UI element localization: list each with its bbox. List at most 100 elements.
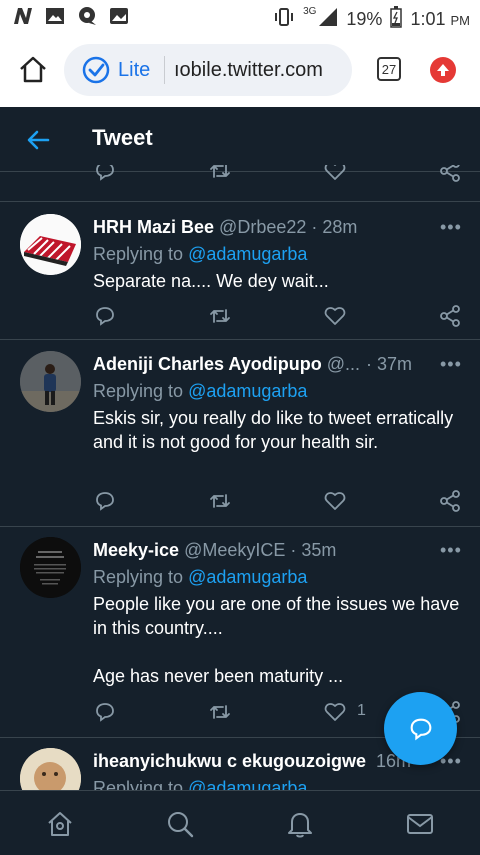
tweet-header: Adeniji Charles Ayodipupo @... [93, 354, 360, 375]
gallery-notification-icon [44, 6, 66, 26]
replying-to: Replying to @adamugarba [93, 567, 307, 588]
share-icon[interactable] [438, 489, 462, 513]
mention-link[interactable]: @adamugarba [188, 567, 307, 587]
like-icon[interactable] [323, 700, 347, 724]
retweet-icon[interactable] [208, 700, 232, 724]
lite-icon [82, 56, 110, 84]
mention-link[interactable]: @adamugarba [188, 244, 307, 264]
replying-prefix: Replying to [93, 567, 184, 587]
person-avatar-image [20, 351, 81, 412]
tweet-text-paragraph-1: People like you are one of the issues we… [93, 594, 460, 638]
page-header: Tweet [0, 107, 480, 172]
n-notification-icon [12, 6, 34, 26]
signal-icon [318, 7, 338, 32]
address-bar[interactable]: Lite ıobile.twitter.com [64, 44, 352, 96]
vibrate-icon [273, 7, 295, 32]
mention-link[interactable]: @adamugarba [188, 381, 307, 401]
reply-icon[interactable] [93, 165, 117, 183]
tweet-text: Eskis sir, you really do like to tweet e… [93, 408, 454, 452]
browser-toolbar: Lite ıobile.twitter.com 27 [0, 33, 480, 107]
back-arrow-icon[interactable] [26, 127, 52, 153]
handle[interactable]: @MeekyICE [184, 540, 285, 560]
clock-time: 1:01 [410, 9, 446, 29]
retweet-icon[interactable] [208, 489, 232, 513]
replying-to: Replying to @adamugarba [93, 244, 307, 265]
handle[interactable]: @Drbee22 [219, 217, 306, 237]
status-bar: 3G 19% 1:01 PM [0, 0, 480, 33]
compose-icon [410, 718, 431, 740]
battery-percent: 19% [346, 9, 383, 29]
nav-search-icon[interactable] [165, 809, 195, 839]
mention-link[interactable]: @adamugarba [188, 778, 307, 790]
reply-tweet[interactable]: Adeniji Charles Ayodipupo @... · 37m •••… [0, 340, 480, 527]
like-icon[interactable] [323, 304, 347, 328]
like-count: 1 [357, 702, 366, 719]
image-notification-icon [108, 6, 130, 26]
avatar[interactable] [20, 214, 81, 275]
tweet-text: Separate na.... We dey wait... [93, 271, 329, 291]
replying-prefix: Replying to [93, 778, 184, 790]
more-options-button[interactable]: ••• [440, 354, 462, 375]
nav-notifications-icon[interactable] [285, 809, 315, 839]
clock: 1:01 PM [410, 9, 470, 30]
avatar[interactable] [20, 351, 81, 412]
tweet-header: Meeky-ice @MeekyICE · 35m [93, 540, 336, 561]
page-title: Tweet [92, 125, 153, 150]
tweet-text-paragraph-2: Age has never been maturity ... [93, 666, 344, 686]
avatar[interactable] [20, 537, 81, 598]
update-icon [437, 64, 449, 76]
tabs-button[interactable]: 27 [377, 57, 401, 81]
more-options-button[interactable]: ••• [440, 217, 462, 238]
url-text: ıobile.twitter.com [174, 59, 323, 81]
tweet-header: HRH Mazi Bee @Drbee22 · 28m [93, 217, 357, 238]
display-name[interactable]: Meeky-ice [93, 540, 179, 560]
tweet-header: iheanyichukwu c ekugouzoigwe [93, 751, 366, 772]
tabs-count: 27 [381, 61, 397, 77]
chat-notification-icon [76, 6, 98, 26]
battery-icon [390, 6, 403, 33]
browser-home-button[interactable] [18, 55, 48, 85]
face-avatar-image [20, 748, 81, 790]
retweet-icon[interactable] [208, 165, 232, 183]
handle[interactable]: @... [327, 354, 360, 374]
tweet-time: · 37m [366, 354, 412, 375]
clock-ampm: PM [450, 13, 471, 28]
replying-prefix: Replying to [93, 244, 184, 264]
previous-tweet-actions [0, 165, 480, 202]
display-name[interactable]: HRH Mazi Bee [93, 217, 214, 237]
replying-prefix: Replying to [93, 381, 184, 401]
separator: · [290, 540, 297, 560]
separator: · [366, 354, 372, 374]
share-icon[interactable] [438, 165, 462, 183]
nav-messages-icon[interactable] [405, 809, 435, 839]
avatar[interactable] [20, 748, 81, 790]
replying-to: Replying to @adamugarba [93, 778, 307, 790]
compose-button[interactable] [384, 692, 457, 765]
update-button[interactable] [430, 57, 456, 83]
nav-home-icon[interactable] [45, 809, 75, 839]
share-icon[interactable] [438, 304, 462, 328]
reply-icon[interactable] [93, 304, 117, 328]
bottom-navigation [0, 790, 480, 855]
separator: · [311, 217, 318, 237]
text-avatar-image [20, 537, 81, 598]
notification-icons [12, 6, 130, 26]
reply-icon[interactable] [93, 700, 117, 724]
hat-avatar-image [20, 214, 81, 275]
replying-to: Replying to @adamugarba [93, 381, 307, 402]
display-name[interactable]: iheanyichukwu c ekugouzoigwe [93, 751, 366, 771]
more-options-button[interactable]: ••• [440, 540, 462, 561]
retweet-icon[interactable] [208, 304, 232, 328]
network-type: 3G [303, 6, 317, 17]
like-icon[interactable] [323, 489, 347, 513]
like-icon[interactable] [323, 165, 347, 183]
timestamp[interactable]: 35m [301, 540, 336, 560]
reply-icon[interactable] [93, 489, 117, 513]
system-status: 3G 19% 1:01 PM [273, 6, 470, 33]
home-icon [20, 56, 46, 83]
timestamp[interactable]: 37m [377, 354, 412, 374]
timestamp[interactable]: 28m [322, 217, 357, 237]
reply-tweet[interactable]: HRH Mazi Bee @Drbee22 · 28m ••• Replying… [0, 201, 480, 340]
display-name[interactable]: Adeniji Charles Ayodipupo [93, 354, 322, 374]
lite-mode-label: Lite [118, 59, 151, 81]
